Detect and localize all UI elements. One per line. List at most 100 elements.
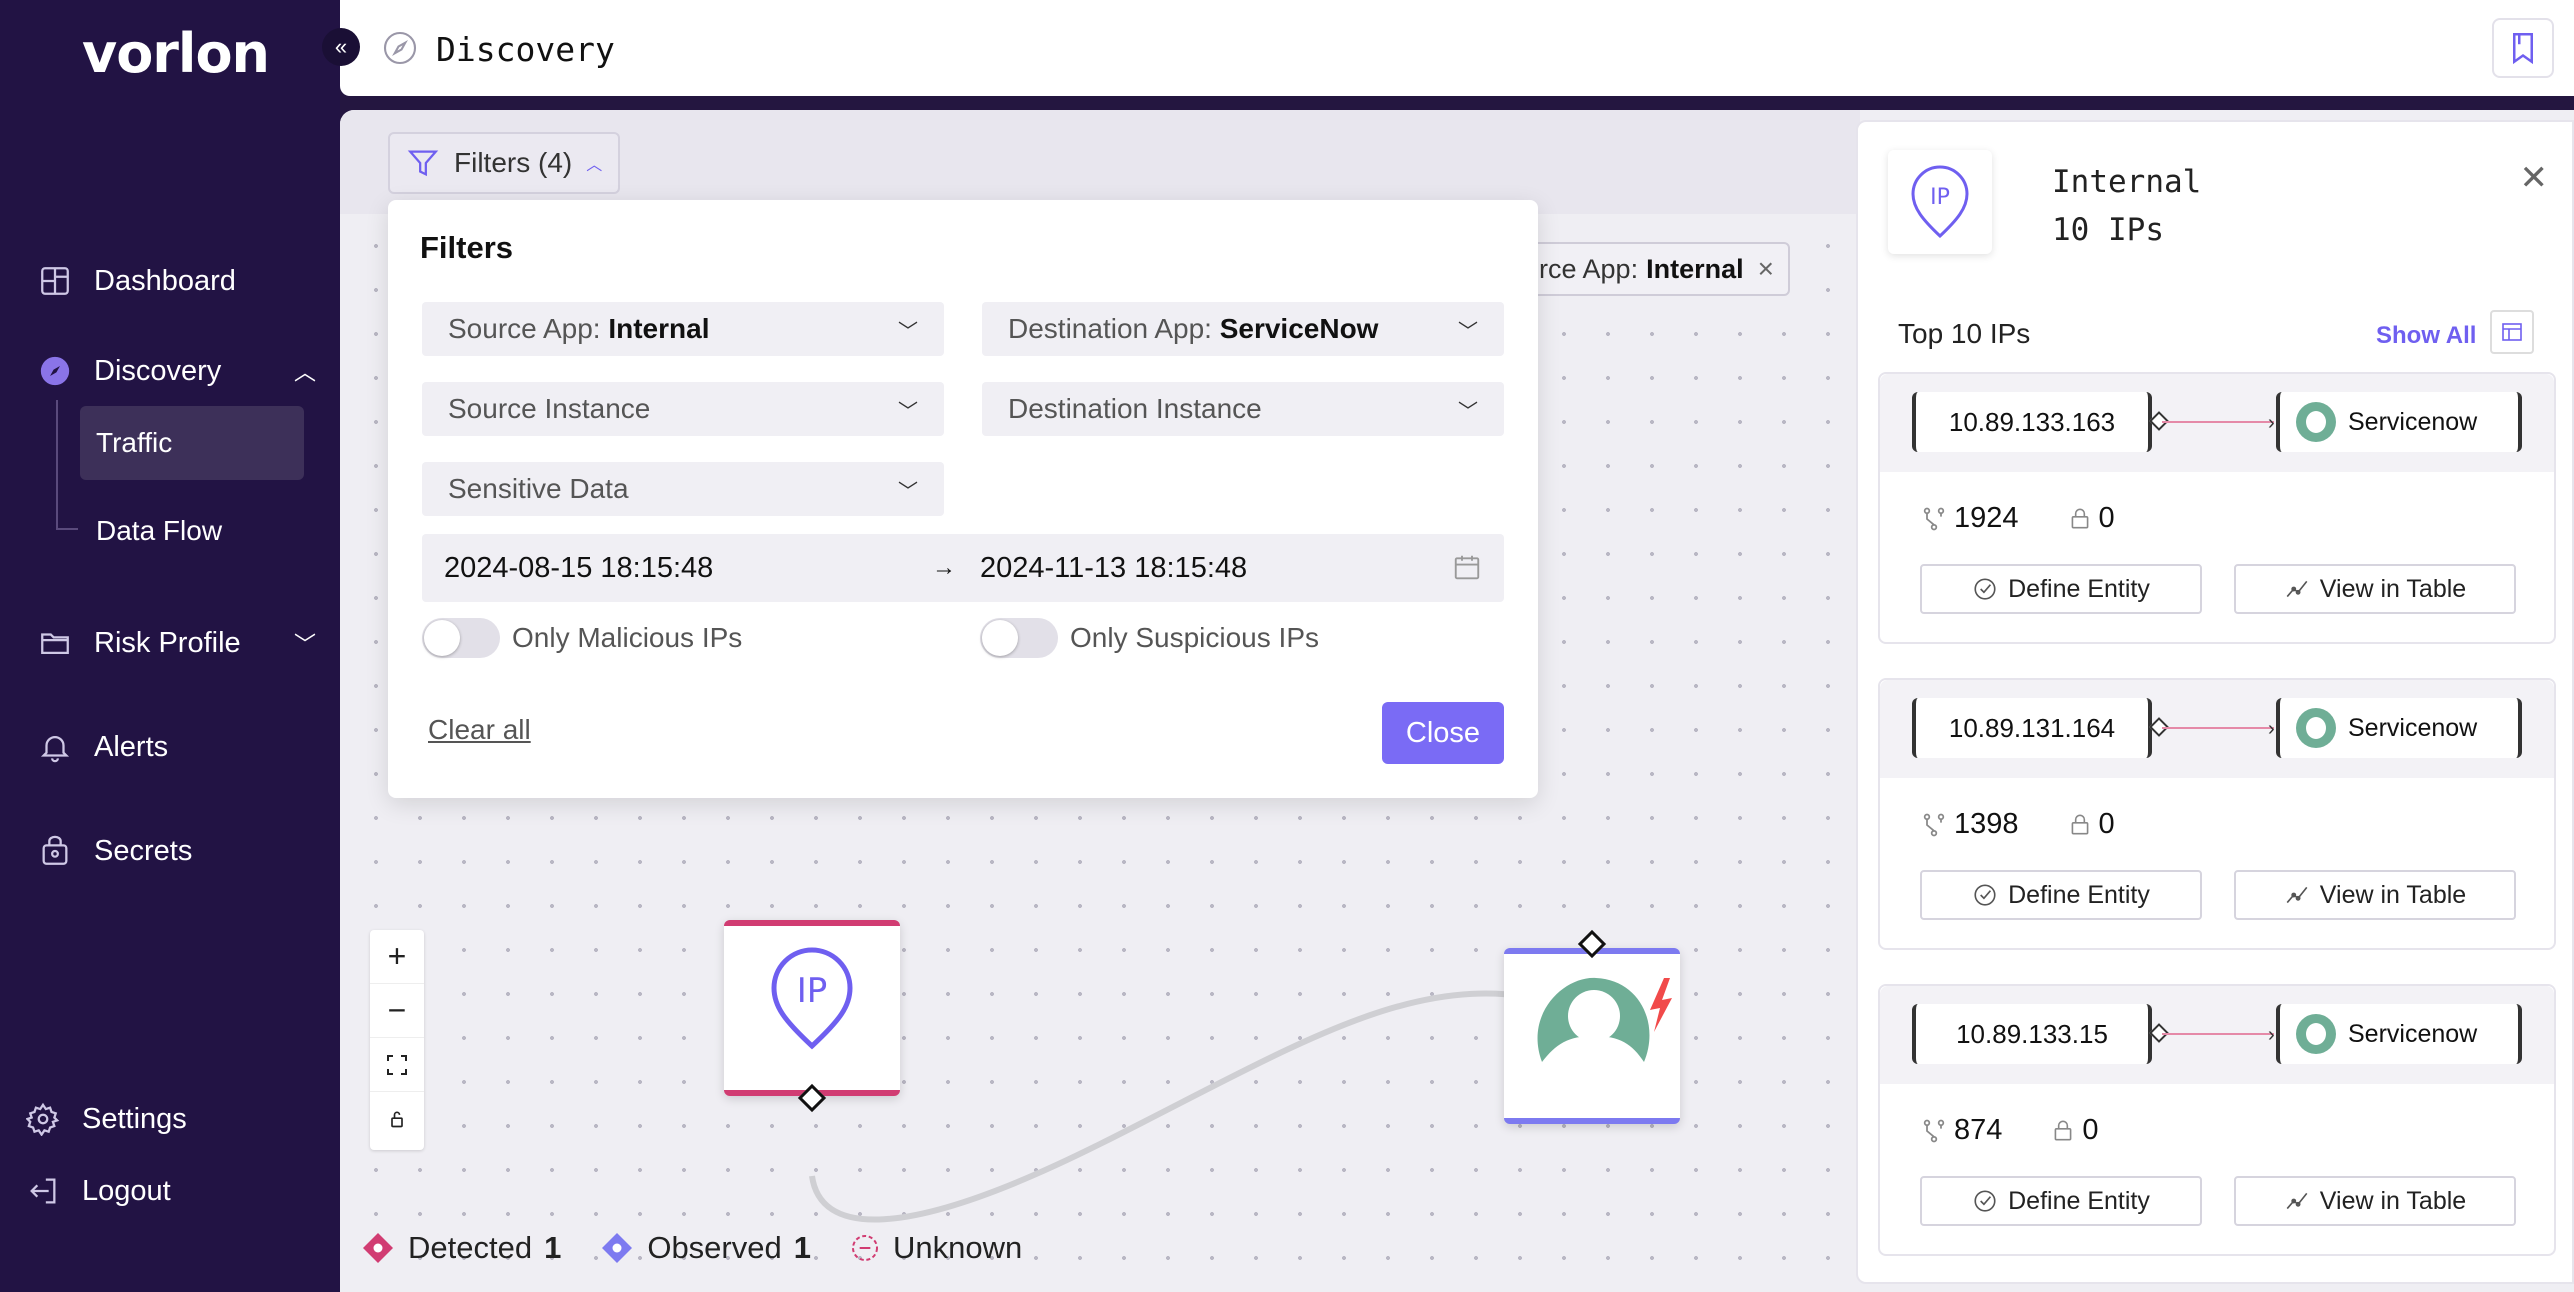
settings-label: Settings	[82, 1102, 187, 1135]
top-bar: Discovery	[340, 0, 2574, 96]
filters-label: Filters (4)	[454, 147, 573, 178]
page-title: Discovery	[436, 30, 615, 69]
ip-entity-badge: IP	[1888, 150, 1992, 254]
edge-line	[2162, 727, 2274, 729]
sidebar-item-discovery[interactable]: Discovery ︿	[38, 354, 316, 388]
chevron-up-icon: ︿	[293, 360, 316, 385]
chevron-down-icon: ﹀	[293, 632, 316, 657]
button-label: Define Entity	[2008, 574, 2150, 603]
sidebar-item-risk-profile[interactable]: Risk Profile ﹀	[38, 626, 316, 660]
chevron-down-icon: ﹀	[898, 320, 918, 343]
servicenow-node[interactable]	[1504, 929, 1680, 1124]
funnel-icon	[407, 150, 439, 177]
destination-app-pill[interactable]: Servicenow	[2276, 1004, 2522, 1064]
logout-label: Logout	[82, 1174, 171, 1207]
date-to: 2024-11-13 18:15:48	[980, 552, 1248, 584]
sidebar-item-secrets[interactable]: Secrets	[38, 834, 192, 868]
internal-ip-node[interactable]: IP	[724, 920, 900, 1113]
destination-app-pill[interactable]: Servicenow	[2276, 392, 2522, 452]
source-instance-select[interactable]: Source Instance ﹀	[422, 382, 944, 436]
gear-icon	[26, 1102, 60, 1136]
target-check-icon	[1974, 1190, 1996, 1212]
button-label: View in Table	[2319, 1186, 2467, 1215]
bookmark-icon	[2513, 33, 2533, 65]
zoom-out-button[interactable]: −	[370, 984, 424, 1038]
sensitive-data-select[interactable]: Sensitive Data ﹀	[422, 462, 944, 516]
logout-icon	[30, 1178, 56, 1204]
close-button[interactable]: Close	[1382, 702, 1504, 764]
source-app-select[interactable]: Source App: Internal ﹀	[422, 302, 944, 356]
chevron-up-icon: ︿	[586, 157, 603, 174]
date-range-picker[interactable]: 2024-08-15 18:15:48 → 2024-11-13 18:15:4…	[422, 534, 1504, 602]
chevron-down-icon: ﹀	[898, 480, 918, 503]
table-view-button[interactable]	[2490, 310, 2534, 354]
view-in-table-button[interactable]: View in Table	[2234, 564, 2516, 614]
sidebar: vorlon Dashboard Discovery ︿ Traffic Dat…	[0, 0, 340, 1292]
entity-name: Internal	[2052, 164, 2202, 200]
bookmark-button[interactable]	[2492, 18, 2554, 78]
only-suspicious-toggle-row: Only Suspicious IPs	[980, 618, 1319, 658]
view-in-table-button[interactable]: View in Table	[2234, 870, 2516, 920]
chevron-down-icon: ﹀	[1458, 320, 1478, 343]
zoom-in-button[interactable]: +	[370, 930, 424, 984]
sidebar-item-label: Alerts	[94, 730, 169, 763]
legend-detected-label: Detected	[408, 1230, 533, 1265]
compass-icon	[383, 31, 417, 65]
card-stats: 1398 0	[1920, 808, 2115, 841]
only-malicious-toggle[interactable]	[422, 618, 500, 658]
source-ip-pill[interactable]: 10.89.133.15	[1912, 1004, 2152, 1064]
button-label: View in Table	[2319, 574, 2467, 603]
destination-app-select[interactable]: Destination App: ServiceNow ﹀	[982, 302, 1504, 356]
lock-view-button[interactable]	[370, 1092, 424, 1146]
active-filter-chip[interactable]: urce App: Internal ×	[1508, 242, 1790, 296]
sidebar-item-traffic[interactable]: Traffic	[80, 406, 304, 480]
legend-observed-label: Observed	[647, 1230, 782, 1265]
servicenow-logo-icon	[2296, 402, 2336, 442]
sidebar-item-data-flow[interactable]: Data Flow	[80, 494, 304, 568]
arrow-icon: ›	[2268, 1024, 2275, 1046]
close-panel-icon[interactable]: ✕	[2520, 158, 2549, 198]
vorlon-logo[interactable]: vorlon	[82, 22, 270, 85]
fit-view-button[interactable]	[370, 1038, 424, 1092]
filters-popup-title: Filters	[420, 230, 514, 265]
tree-line	[56, 400, 58, 530]
only-suspicious-toggle[interactable]	[980, 618, 1058, 658]
tree-hook	[56, 528, 78, 530]
define-entity-button[interactable]: Define Entity	[1920, 870, 2202, 920]
secret-count: 0	[2082, 1114, 2099, 1146]
sidebar-item-label: Secrets	[94, 834, 193, 867]
chevron-down-icon: ﹀	[898, 400, 918, 423]
clear-all-link[interactable]: Clear all	[428, 714, 531, 746]
ip-pin-icon: IP	[1911, 165, 1969, 239]
settings-link[interactable]: Settings	[26, 1102, 187, 1136]
source-ip-pill[interactable]: 10.89.131.164	[1912, 698, 2152, 758]
show-all-link[interactable]: Show All	[2376, 322, 2476, 350]
destination-instance-select[interactable]: Destination Instance ﹀	[982, 382, 1504, 436]
collapse-sidebar-button[interactable]: «	[322, 28, 360, 66]
folder-icon	[41, 633, 69, 655]
lock-icon	[2071, 507, 2088, 528]
sidebar-item-alerts[interactable]: Alerts	[38, 730, 168, 764]
zoom-controls: + −	[370, 930, 424, 1150]
view-in-table-button[interactable]: View in Table	[2234, 1176, 2516, 1226]
header-divider	[340, 96, 2574, 110]
filter-toolbar: Filters (4) ︿	[340, 110, 1860, 214]
target-check-icon	[1974, 884, 1996, 906]
observed-icon	[602, 1233, 633, 1263]
entity-details-panel: IP Internal 10 IPs ✕ Top 10 IPs Show All…	[1856, 120, 2574, 1284]
lock-icon	[2071, 813, 2088, 834]
sidebar-item-dashboard[interactable]: Dashboard	[38, 264, 236, 298]
define-entity-button[interactable]: Define Entity	[1920, 564, 2202, 614]
servicenow-logo-icon	[1537, 977, 1672, 1062]
define-entity-button[interactable]: Define Entity	[1920, 1176, 2202, 1226]
unknown-icon	[851, 1235, 878, 1261]
filters-button[interactable]: Filters (4) ︿	[388, 132, 621, 194]
source-ip-pill[interactable]: 10.89.133.163	[1912, 392, 2152, 452]
close-icon[interactable]: ×	[1758, 253, 1774, 285]
edge-line	[2162, 421, 2274, 423]
svg-text:IP: IP	[797, 971, 828, 1011]
destination-app-pill[interactable]: Servicenow	[2276, 698, 2522, 758]
logout-link[interactable]: Logout	[26, 1174, 171, 1208]
chevron-down-icon: ﹀	[1458, 400, 1478, 423]
ip-card: 10.89.131.164 › Servicenow 1398 0 Define…	[1878, 678, 2556, 950]
